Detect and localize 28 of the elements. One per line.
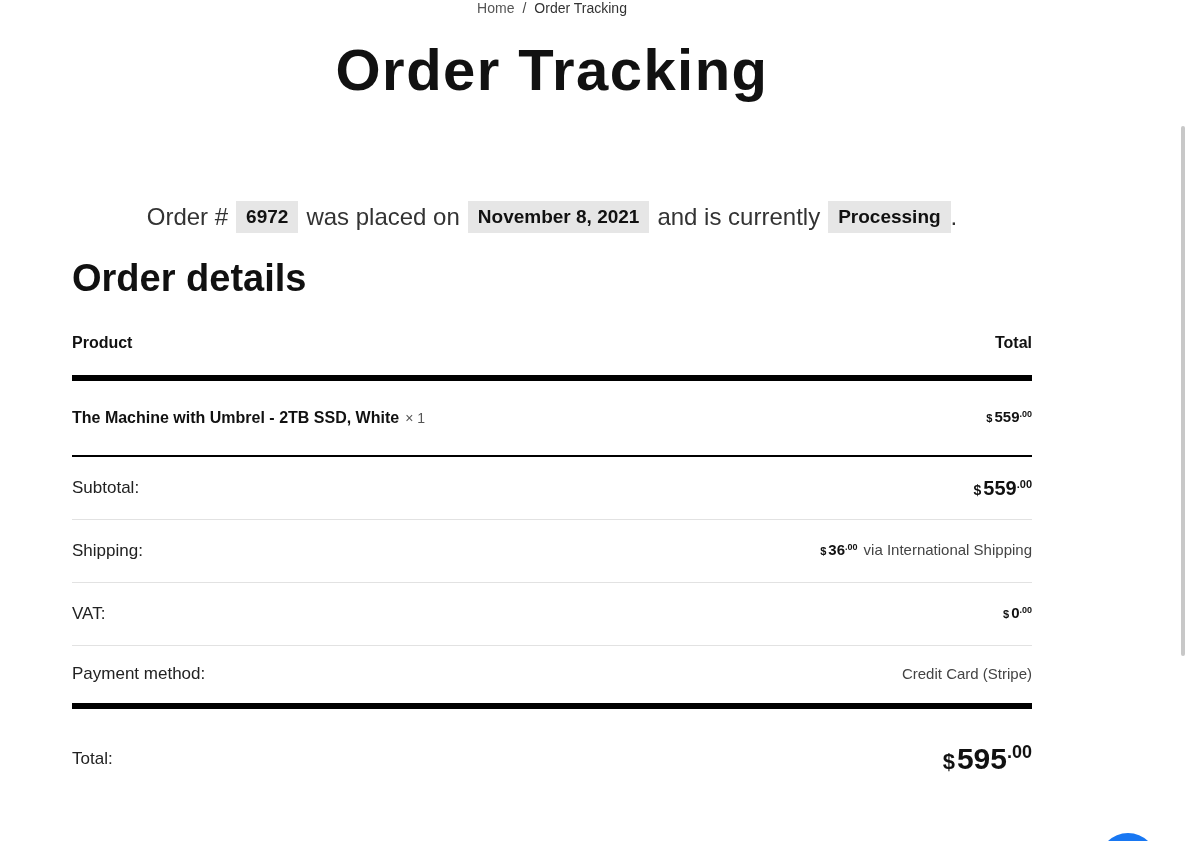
price: $559$^{.00}$	[973, 475, 1032, 501]
price: $595$^{.00}$	[942, 741, 1032, 777]
highlighted-value: November 8, 2021	[467, 200, 650, 234]
notice-text: Order #	[146, 202, 229, 232]
column-header: Total	[994, 332, 1032, 353]
highlighted-value: Processing	[828, 200, 951, 234]
shipping-method: via International Shipping	[863, 540, 1032, 561]
breadcrumb-link[interactable]: Home	[477, 1, 515, 15]
price: $0$^{.00}$	[1003, 603, 1032, 624]
breadcrumb-separator: /	[522, 1, 527, 15]
total-label: Shipping:	[72, 539, 143, 562]
total-label: VAT:	[72, 602, 106, 625]
column-header: Product	[72, 332, 133, 353]
highlighted-value: 6972	[236, 200, 299, 234]
breadcrumb-current: Order Tracking	[534, 1, 627, 15]
notice-text: .	[950, 202, 958, 232]
payment-method: Credit Card (Stripe)	[901, 663, 1032, 684]
price: $36$^{.00}$	[820, 540, 858, 561]
total-label: Subtotal:	[72, 476, 140, 499]
price: $559$^{.00}$	[986, 407, 1032, 428]
product-name: The Machine with Umbrel - 2TB SSD, White	[72, 407, 400, 428]
total-label: Total:	[72, 747, 113, 770]
notice-text: was placed on	[306, 202, 460, 232]
scrollbar-thumb[interactable]	[1181, 126, 1185, 656]
total-label: Payment method:	[72, 663, 206, 686]
quantity: × 1	[405, 408, 425, 428]
section-heading: Order details	[72, 256, 307, 301]
notice-text: and is currently	[657, 202, 821, 232]
